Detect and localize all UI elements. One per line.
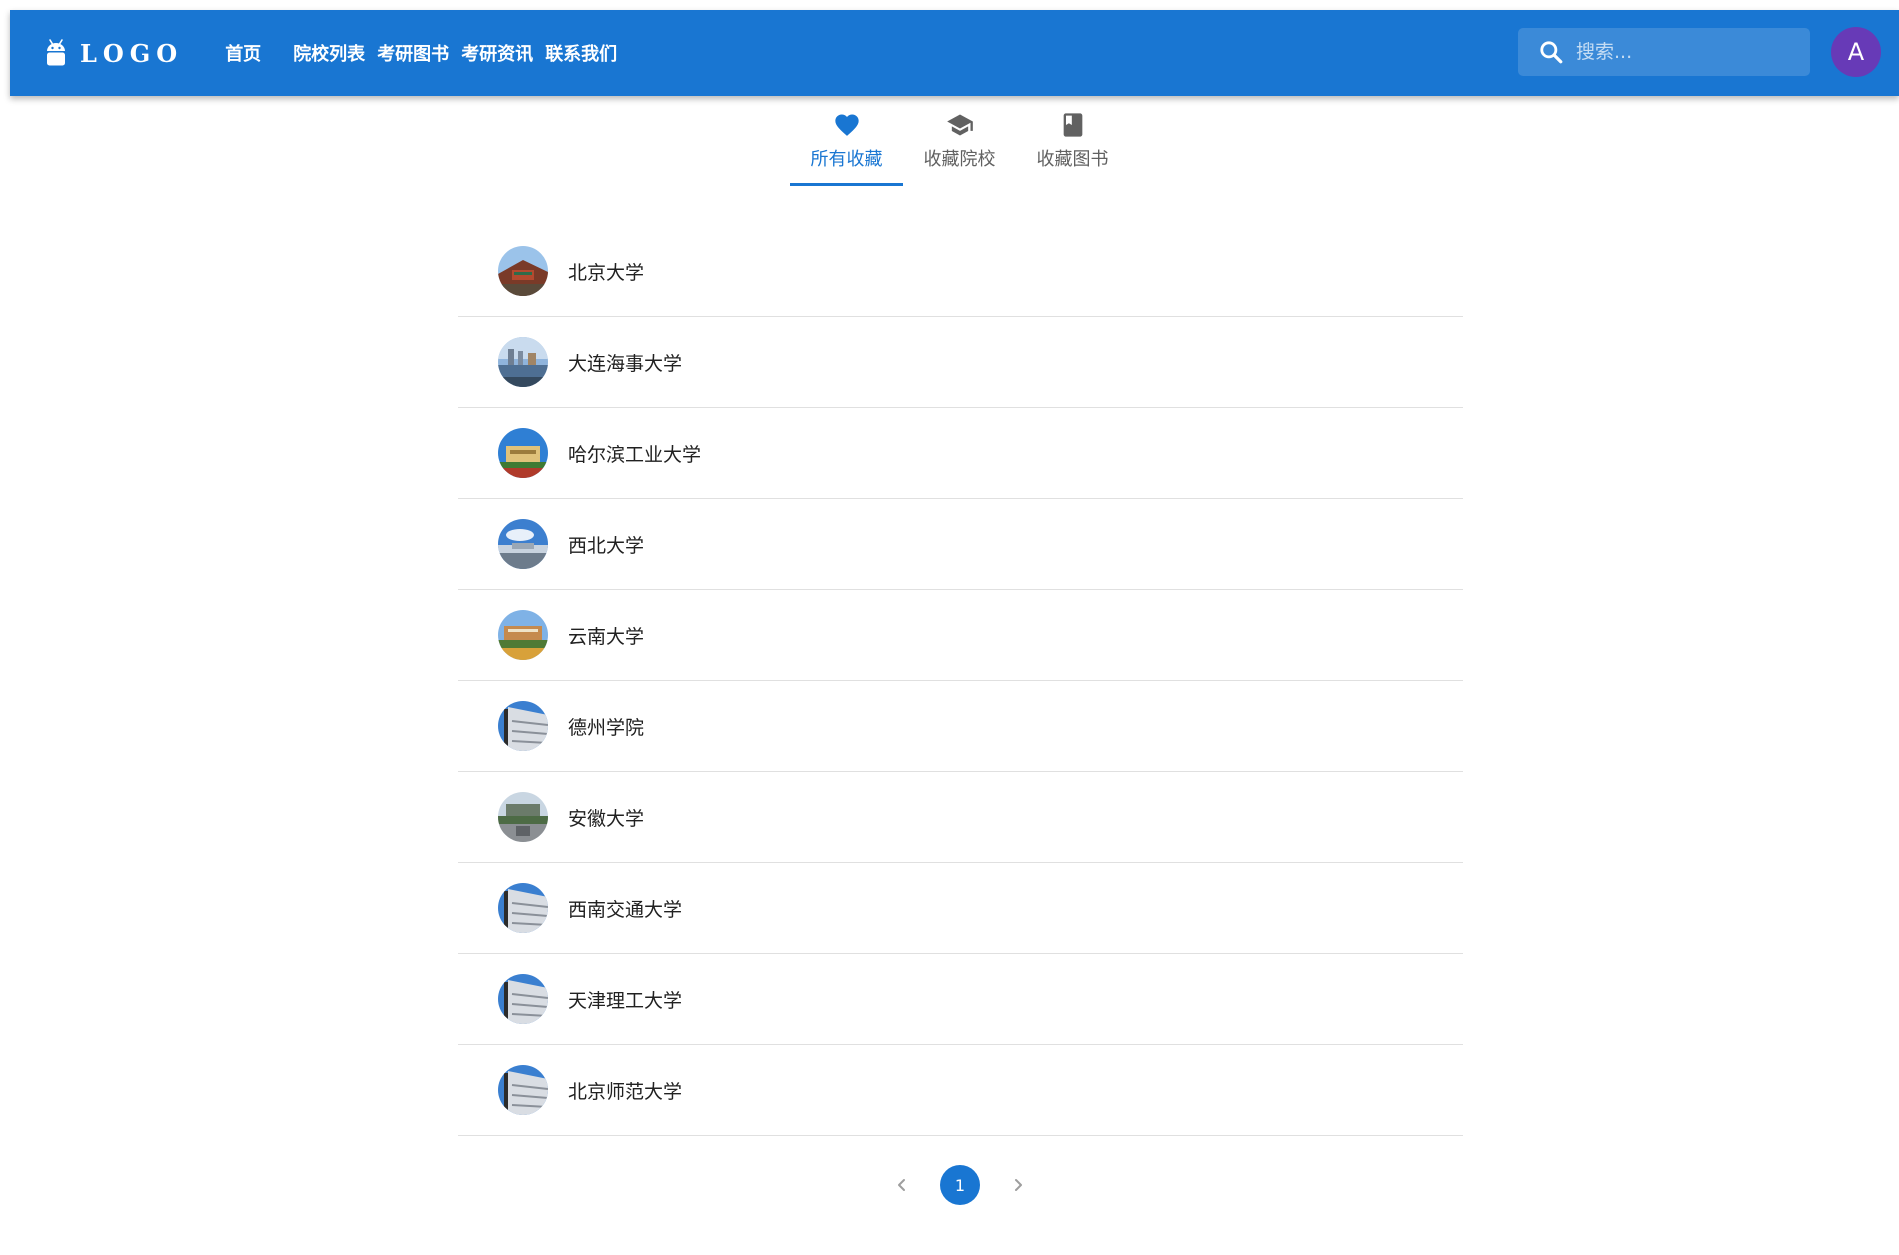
school-thumbnail	[498, 1065, 548, 1115]
list-item[interactable]: 北京大学	[458, 226, 1463, 317]
tab-favorite-books[interactable]: 收藏图书	[1016, 108, 1129, 186]
chevron-left-icon[interactable]	[890, 1173, 914, 1197]
school-name: 西南交通大学	[568, 898, 683, 921]
pagination: 1	[890, 1165, 1030, 1205]
school-name: 西北大学	[568, 534, 645, 557]
search-icon	[1540, 41, 1563, 64]
tab-label: 收藏图书	[1036, 149, 1109, 170]
user-avatar[interactable]: A	[1831, 27, 1881, 77]
school-thumbnail	[498, 974, 548, 1024]
school-name: 德州学院	[568, 716, 645, 739]
page: LOGO 首页 院校列表 考研图书 考研资讯 联系我们 A 所有收藏	[0, 0, 1899, 1255]
school-thumbnail	[498, 337, 548, 387]
list-item[interactable]: 哈尔滨工业大学	[458, 408, 1463, 499]
list-item[interactable]: 德州学院	[458, 681, 1463, 772]
school-thumbnail	[498, 701, 548, 751]
school-name: 哈尔滨工业大学	[568, 443, 702, 466]
search-input[interactable]	[1576, 34, 1796, 70]
school-name: 大连海事大学	[568, 352, 683, 375]
school-name: 天津理工大学	[568, 989, 683, 1012]
search-box[interactable]	[1518, 28, 1810, 76]
school-thumbnail	[498, 610, 548, 660]
active-tab-indicator	[790, 183, 903, 186]
school-name: 安徽大学	[568, 807, 645, 830]
tab-label: 所有收藏	[810, 149, 883, 170]
list-item[interactable]: 天津理工大学	[458, 954, 1463, 1045]
android-icon	[47, 39, 65, 66]
favorites-list: 北京大学 大连海事大学 哈尔滨工业大学 西北大学 云南大学 德州学院 安徽大学 …	[458, 226, 1463, 1136]
nav-exam-books[interactable]: 考研图书	[371, 40, 455, 66]
list-item[interactable]: 安徽大学	[458, 772, 1463, 863]
chevron-right-icon[interactable]	[1006, 1173, 1030, 1197]
school-thumbnail	[498, 428, 548, 478]
school-thumbnail	[498, 519, 548, 569]
nav-contact-us[interactable]: 联系我们	[539, 40, 623, 66]
nav-exam-news[interactable]: 考研资讯	[455, 40, 539, 66]
list-item[interactable]: 云南大学	[458, 590, 1463, 681]
list-item[interactable]: 西北大学	[458, 499, 1463, 590]
graduation-cap-icon	[946, 114, 973, 136]
page-number-button[interactable]: 1	[940, 1165, 980, 1205]
school-name: 云南大学	[568, 625, 645, 648]
main-nav: 首页 院校列表 考研图书 考研资讯 联系我们	[219, 10, 623, 96]
school-thumbnail	[498, 792, 548, 842]
list-item[interactable]: 北京师范大学	[458, 1045, 1463, 1136]
nav-home[interactable]: 首页	[219, 40, 267, 66]
school-thumbnail	[498, 246, 548, 296]
list-item[interactable]: 大连海事大学	[458, 317, 1463, 408]
book-icon	[1063, 113, 1082, 137]
nav-school-list[interactable]: 院校列表	[287, 40, 371, 66]
list-item[interactable]: 西南交通大学	[458, 863, 1463, 954]
tab-label: 收藏院校	[923, 149, 996, 170]
heart-icon	[834, 114, 859, 136]
logo[interactable]: LOGO	[44, 38, 183, 68]
school-thumbnail	[498, 883, 548, 933]
tab-favorite-schools[interactable]: 收藏院校	[903, 108, 1016, 186]
school-name: 北京师范大学	[568, 1080, 683, 1103]
logo-text: LOGO	[80, 38, 184, 68]
tab-all-favorites[interactable]: 所有收藏	[790, 108, 903, 186]
top-app-bar: LOGO 首页 院校列表 考研图书 考研资讯 联系我们 A	[10, 10, 1899, 96]
school-name: 北京大学	[568, 261, 645, 284]
favorites-tabs: 所有收藏 收藏院校 收藏图书	[790, 108, 1130, 186]
